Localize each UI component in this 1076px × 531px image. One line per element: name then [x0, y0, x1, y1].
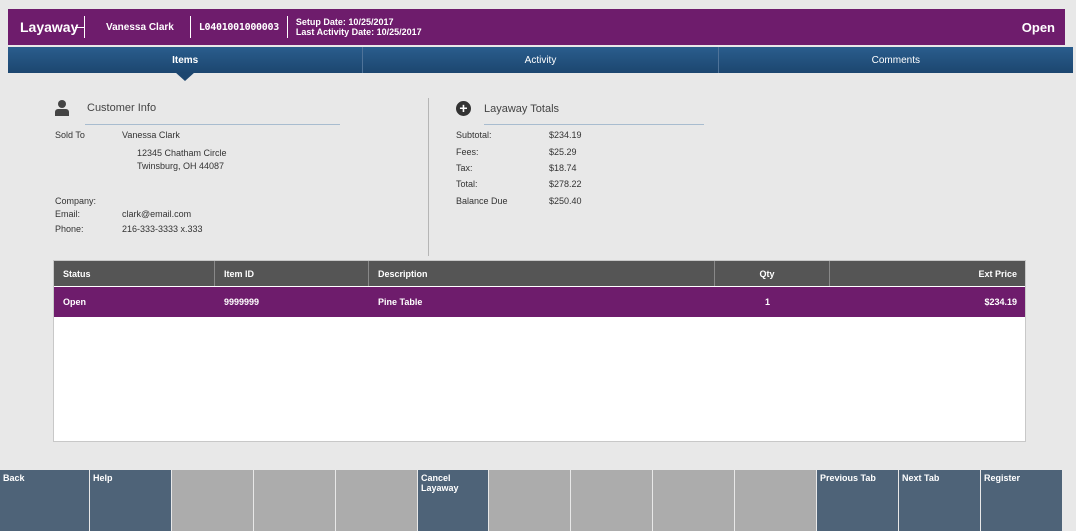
header-dates: Setup Date: 10/25/2017 Last Activity Dat… [296, 17, 422, 37]
person-icon [55, 100, 69, 116]
email-value: clark@email.com [122, 209, 192, 219]
header-divider [286, 16, 288, 38]
header-bar: Layaway Vanessa Clark L0401001000003 Set… [8, 9, 1065, 45]
tab-comments-label: Comments [871, 54, 920, 66]
address-line-1: 12345 Chatham Circle [137, 148, 227, 158]
total-label: Total: [456, 179, 478, 189]
column-header-ext-price[interactable]: Ext Price [830, 261, 1025, 286]
phone-value: 216-333-3333 x.333 [122, 224, 203, 234]
setup-date: Setup Date: 10/25/2017 [295, 17, 394, 27]
phone-label: Phone: [55, 224, 84, 234]
email-label: Email: [55, 209, 81, 219]
subtotal-value: $234.19 [549, 130, 582, 140]
fees-label: Fees: [456, 147, 479, 157]
section-divider [428, 98, 429, 256]
row-description: Pine Table [378, 297, 423, 307]
balance-due-value: $250.40 [549, 196, 582, 206]
column-header-item-id[interactable]: Item ID [215, 261, 369, 286]
tab-activity[interactable]: Activity [363, 47, 719, 73]
items-table: Status Item ID Description Qty Ext Price… [53, 260, 1026, 442]
cancel-layaway-button[interactable]: Cancel Layaway [418, 470, 488, 531]
subtotal-label: Subtotal: [456, 130, 492, 140]
tab-activity-label: Activity [524, 54, 557, 66]
row-status: Open [63, 297, 87, 307]
balance-due-label: Balance Due [456, 196, 508, 206]
row-ext-price: $234.19 [984, 297, 1017, 307]
row-qty: 1 [764, 297, 770, 307]
empty-function-key [653, 470, 734, 531]
tab-items-label: Items [172, 54, 199, 66]
tab-items[interactable]: Items [8, 47, 364, 81]
empty-function-key [336, 470, 417, 531]
back-button[interactable]: Back [0, 470, 89, 531]
tax-value: $18.74 [549, 163, 577, 173]
function-key-bar: Back Help Cancel Layaway Previous Tab Ne… [0, 470, 1076, 531]
company-label: Company: [55, 196, 97, 206]
column-header-qty[interactable]: Qty [715, 261, 830, 286]
customer-name-value: Vanessa Clark [122, 130, 180, 140]
layaway-totals-underline [484, 124, 704, 125]
help-button[interactable]: Help [90, 470, 171, 531]
layaway-status: Open [1021, 20, 1055, 35]
plus-circle-icon: + [456, 101, 471, 116]
previous-tab-button[interactable]: Previous Tab [817, 470, 898, 531]
empty-function-key [735, 470, 816, 531]
total-value: $278.22 [549, 179, 582, 189]
tab-comments[interactable]: Comments [718, 47, 1073, 73]
layaway-totals-heading: + Layaway Totals [456, 101, 559, 116]
layaway-id: L0401001000003 [198, 21, 279, 33]
screen-title: Layaway [20, 19, 79, 35]
address-line-2: Twinsburg, OH 44087 [137, 161, 225, 171]
empty-function-key [489, 470, 570, 531]
table-header: Status Item ID Description Qty Ext Price [54, 261, 1025, 286]
next-tab-button[interactable]: Next Tab [899, 470, 980, 531]
customer-info-heading: Customer Info [55, 100, 156, 116]
tax-label: Tax: [456, 163, 473, 173]
row-item-id: 9999999 [224, 297, 260, 307]
tab-bar: Items Activity Comments [8, 47, 1073, 81]
empty-function-key [254, 470, 335, 531]
empty-function-key [172, 470, 253, 531]
layaway-totals-title: Layaway Totals [484, 102, 560, 115]
customer-info-title: Customer Info [87, 102, 157, 114]
register-button[interactable]: Register [981, 470, 1062, 531]
header-divider [189, 16, 191, 38]
sold-to-label: Sold To [55, 130, 85, 140]
fees-value: $25.29 [549, 147, 577, 157]
layaway-screen: Layaway Vanessa Clark L0401001000003 Set… [0, 0, 1076, 531]
column-header-description[interactable]: Description [369, 261, 715, 286]
empty-function-key [571, 470, 652, 531]
last-activity-date: Last Activity Date: 10/25/2017 [295, 27, 422, 37]
column-header-status[interactable]: Status [54, 261, 215, 286]
table-row[interactable]: Open 9999999 Pine Table 1 $234.19 [54, 287, 1025, 317]
customer-info-underline [85, 124, 340, 125]
customer-name: Vanessa Clark [106, 21, 174, 33]
header-bracket [75, 16, 96, 38]
